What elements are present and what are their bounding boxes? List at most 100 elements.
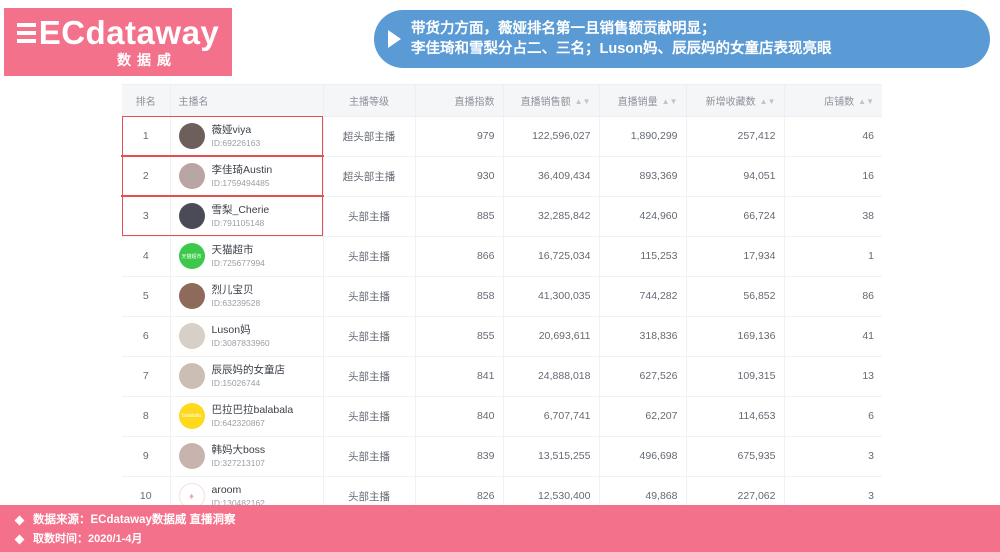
table-row[interactable]: 1 薇娅viya ID:69226163 超头部主播 979 122,596,027 1,8… (122, 116, 882, 157)
cell-streamer[interactable]: 韩妈大boss ID:327213107 (170, 436, 324, 477)
column-header-shops[interactable]: 店铺数 ▲▼ (784, 85, 882, 117)
column-header-index[interactable]: 直播指数 (415, 85, 504, 117)
column-header-sales[interactable]: 直播销售额 ▲▼ (503, 85, 600, 117)
cell-sales: 32,285,842 (503, 196, 600, 237)
cell-favorites: 17,934 (686, 236, 785, 277)
avatar-photo-icon (178, 123, 205, 149)
streamer-id: ID:327213107 (211, 457, 265, 468)
cell-sales: 36,409,434 (503, 156, 600, 197)
column-header-name-label: 主播名 (178, 96, 209, 108)
cell-streamer[interactable]: balabala 巴拉巴拉balabala ID:642320867 (170, 396, 324, 437)
cell-favorites: 675,935 (686, 436, 785, 477)
cell-streamer[interactable]: 辰辰妈的女童店 ID:15026744 (170, 356, 324, 397)
cell-rank: 7 (122, 356, 171, 397)
cell-index: 858 (415, 276, 504, 317)
cell-favorites: 257,412 (686, 116, 785, 157)
avatar-photo-icon (178, 163, 205, 189)
cell-index: 839 (415, 436, 504, 477)
cell-streamer[interactable]: 烈儿宝贝 ID:63239528 (170, 276, 324, 317)
column-header-index-label: 直播指数 (454, 96, 495, 108)
streamer-text: 烈儿宝贝 ID:63239528 (212, 284, 261, 309)
cell-level: 超头部主播 (323, 156, 416, 197)
cell-index: 840 (415, 396, 504, 437)
cell-streamer[interactable]: 雪梨_Cherie ID:791105148 (170, 196, 324, 237)
avatar-logo-balabala-icon: balabala (178, 403, 205, 429)
column-header-rank[interactable]: 排名 (122, 85, 171, 117)
cell-index: 979 (415, 116, 504, 157)
streamer-name: 天猫超市 (211, 243, 254, 256)
table-row[interactable]: 5 烈儿宝贝 ID:63239528 头部主播 858 41,300,035 744,282… (122, 276, 882, 317)
cell-volume: 62,207 (599, 396, 687, 437)
cell-streamer[interactable]: 李佳琦Austin ID:1759494485 (170, 156, 324, 197)
table-row[interactable]: 7 辰辰妈的女童店 ID:15026744 头部主播 841 24,888,018 627,… (122, 356, 882, 397)
cell-sales: 41,300,035 (503, 276, 600, 317)
sort-updown-icon[interactable]: ▲▼ (760, 98, 776, 106)
sort-updown-icon[interactable]: ▲▼ (662, 98, 678, 106)
column-header-favorites[interactable]: 新增收藏数 ▲▼ (686, 85, 785, 117)
table-row[interactable]: 8 balabala 巴拉巴拉balabala ID:642320867 头部主播 840… (122, 396, 882, 437)
column-header-volume[interactable]: 直播销量 ▲▼ (599, 85, 687, 117)
play-triangle-icon (388, 30, 401, 48)
avatar-photo-icon (178, 443, 205, 469)
footer-time-text: 取数时间：2020/1-4月 (33, 533, 143, 545)
table-row[interactable]: 3 雪梨_Cherie ID:791105148 头部主播 885 32,285,842 4… (122, 196, 882, 237)
cell-rank: 5 (122, 276, 171, 317)
banner-text: 带货力方面，薇娅排名第一且销售额贡献明显； 李佳琦和雪梨分占二、三名；Luson… (411, 19, 832, 59)
footer-source-line: 数据来源：ECdataway数据威 直播洞察 (14, 512, 1000, 529)
streamer-name: aroom (211, 483, 242, 496)
cell-volume: 318,836 (599, 316, 687, 357)
streamer-info: 薇娅viya ID:69226163 (178, 123, 315, 149)
cell-sales: 16,725,034 (503, 236, 600, 277)
streamer-info: balabala 巴拉巴拉balabala ID:642320867 (178, 403, 315, 429)
streamer-info: 韩妈大boss ID:327213107 (178, 443, 315, 469)
cell-streamer[interactable]: 天猫超市 天猫超市 ID:725677994 (170, 236, 324, 277)
streamer-text: 韩妈大boss ID:327213107 (212, 444, 266, 469)
streamer-id: ID:1759494485 (211, 177, 270, 188)
cell-level: 头部主播 (323, 236, 416, 277)
cell-favorites: 66,724 (686, 196, 785, 237)
streamer-info: 李佳琦Austin ID:1759494485 (178, 163, 315, 189)
banner-line-2: 李佳琦和雪梨分占二、三名；Luson妈、辰辰妈的女童店表现亮眼 (411, 41, 832, 57)
cell-rank: 9 (122, 436, 171, 477)
ranking-table: 排名 主播名 主播等级 直播指数 直播销售额 ▲▼ 直播销量 ▲▼ 新增收藏数 ▲▼ … (122, 85, 882, 517)
avatar-logo-tmall-icon: 天猫超市 (178, 243, 205, 269)
sort-updown-icon[interactable]: ▲▼ (575, 98, 591, 106)
streamer-info: 雪梨_Cherie ID:791105148 (178, 203, 315, 229)
column-header-favorites-label: 新增收藏数 (705, 96, 756, 108)
cell-level: 头部主播 (323, 316, 416, 357)
cell-sales: 6,707,741 (503, 396, 600, 437)
column-header-level[interactable]: 主播等级 (323, 85, 416, 117)
streamer-text: 雪梨_Cherie ID:791105148 (212, 204, 270, 229)
streamer-name: 雪梨_Cherie (211, 203, 270, 216)
banner-line-1: 带货力方面，薇娅排名第一且销售额贡献明显； (411, 21, 716, 37)
logo-sub-text: 数据威 (117, 52, 177, 68)
avatar-photo-icon (178, 203, 205, 229)
streamer-id: ID:63239528 (211, 297, 261, 308)
cell-shops: 13 (784, 356, 882, 397)
table-row[interactable]: 2 李佳琦Austin ID:1759494485 超头部主播 930 36,409,43… (122, 156, 882, 197)
cell-volume: 627,526 (599, 356, 687, 397)
cell-sales: 20,693,611 (503, 316, 600, 357)
table-row[interactable]: 9 韩妈大boss ID:327213107 头部主播 839 13,515,255 496… (122, 436, 882, 477)
sort-updown-icon[interactable]: ▲▼ (858, 98, 874, 106)
cell-streamer[interactable]: 薇娅viya ID:69226163 (170, 116, 324, 157)
cell-streamer[interactable]: Luson妈 ID:3087833960 (170, 316, 324, 357)
table-row[interactable]: 6 Luson妈 ID:3087833960 头部主播 855 20,693,611 318… (122, 316, 882, 357)
cell-level: 头部主播 (323, 276, 416, 317)
logo-name-text: ECdataway (38, 14, 220, 51)
cell-shops: 3 (784, 436, 882, 477)
table-row[interactable]: 4 天猫超市 天猫超市 ID:725677994 头部主播 866 16,725,034 11… (122, 236, 882, 277)
cell-favorites: 114,653 (686, 396, 785, 437)
cell-index: 885 (415, 196, 504, 237)
cell-level: 超头部主播 (323, 116, 416, 157)
cell-level: 头部主播 (323, 196, 416, 237)
streamer-name: 巴拉巴拉balabala (211, 403, 294, 416)
column-header-name[interactable]: 主播名 (170, 85, 324, 117)
streamer-id: ID:3087833960 (211, 337, 270, 348)
cell-volume: 496,698 (599, 436, 687, 477)
streamer-name: Luson妈 (211, 323, 251, 336)
table-header-row: 排名 主播名 主播等级 直播指数 直播销售额 ▲▼ 直播销量 ▲▼ 新增收藏数 ▲▼ … (122, 85, 882, 117)
streamer-name: 李佳琦Austin (211, 163, 273, 176)
cell-favorites: 109,315 (686, 356, 785, 397)
column-header-rank-label: 排名 (135, 96, 156, 108)
